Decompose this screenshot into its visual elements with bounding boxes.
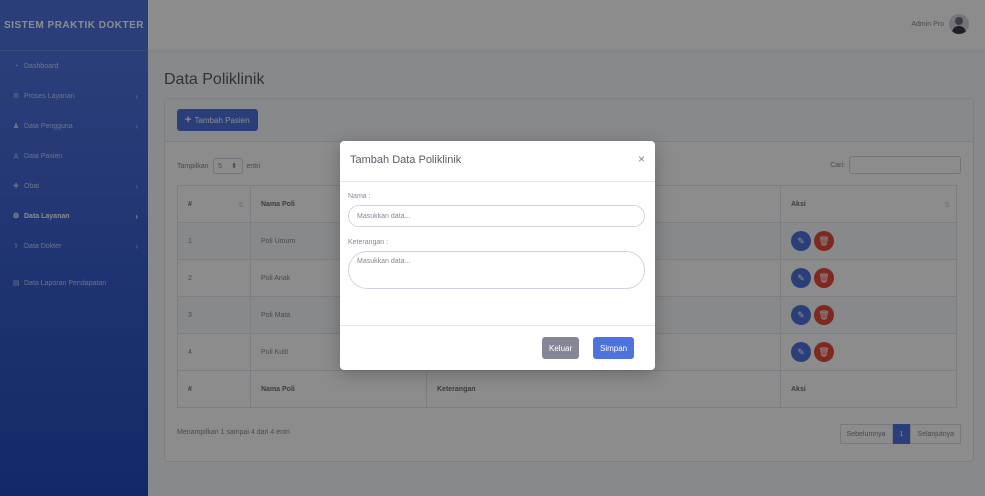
keluar-button[interactable]: Keluar [542, 337, 580, 359]
add-poliklinik-modal: Tambah Data Poliklinik × Nama : Keterang… [340, 141, 655, 370]
nama-label: Nama : [348, 193, 371, 200]
keterangan-label: Keterangan : [348, 239, 389, 246]
keterangan-textarea[interactable] [348, 251, 645, 289]
nama-input[interactable] [348, 205, 645, 227]
modal-body: Nama : Keterangan : [348, 193, 645, 289]
close-icon[interactable]: × [638, 152, 645, 166]
simpan-button[interactable]: Simpan [593, 337, 635, 359]
modal-footer: Keluar Simpan [340, 325, 655, 371]
modal-title: Tambah Data Poliklinik [350, 154, 462, 166]
modal-header: Tambah Data Poliklinik × [340, 141, 655, 182]
